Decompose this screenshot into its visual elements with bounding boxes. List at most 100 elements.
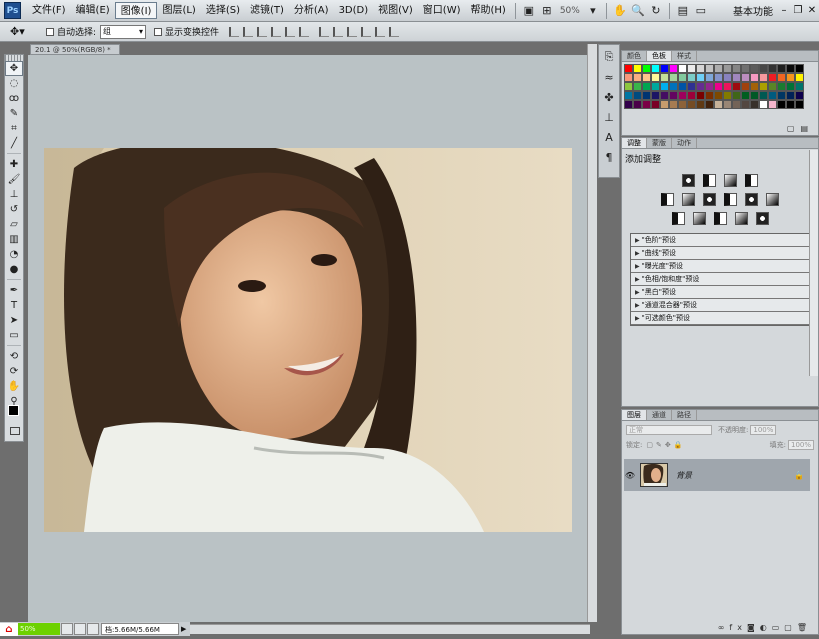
color-swatch[interactable] (768, 64, 777, 73)
color-swatch[interactable] (651, 91, 660, 100)
arrange-documents-icon[interactable]: ▤ (674, 3, 692, 19)
color-swatch[interactable] (624, 91, 633, 100)
color-swatch[interactable] (777, 73, 786, 82)
zoom-dropdown-icon[interactable]: ▾ (584, 3, 602, 19)
distribute-top-icon[interactable] (319, 26, 330, 37)
menu-item[interactable]: 图像(I) (114, 2, 158, 19)
color-swatch[interactable] (741, 73, 750, 82)
photo-filter-icon[interactable] (745, 193, 758, 206)
color-swatch[interactable] (651, 100, 660, 109)
delete-layer-icon[interactable]: 🗑 (797, 623, 812, 632)
color-swatch[interactable] (705, 73, 714, 82)
hand-tool-icon[interactable]: ✋ (611, 3, 629, 19)
panel-tab[interactable]: 色板 (647, 51, 672, 61)
link-layers-icon[interactable]: ∞ (718, 623, 730, 632)
align-bottom-icon[interactable] (257, 26, 268, 37)
menu-item[interactable]: 3D(D) (334, 2, 374, 19)
brush-tool-icon[interactable]: 🖌 (5, 172, 23, 187)
new-adjustment-layer-icon[interactable]: ◐ (760, 623, 772, 632)
color-balance-icon[interactable] (703, 193, 716, 206)
fill-field[interactable]: 100% (787, 439, 814, 450)
adjustment-preset-item[interactable]: "曲线"预设 (631, 247, 811, 260)
menu-item[interactable]: 帮助(H) (466, 2, 511, 19)
color-swatch[interactable] (678, 100, 687, 109)
threshold-icon[interactable] (713, 212, 727, 225)
color-swatch[interactable] (786, 82, 795, 91)
bridge-icon[interactable]: ▣ (520, 3, 538, 19)
clone-source-panel-icon[interactable]: ⊥ (599, 109, 619, 125)
color-swatch[interactable] (660, 73, 669, 82)
show-transform-checkbox[interactable] (154, 27, 163, 36)
distribute-left-icon[interactable] (361, 26, 372, 37)
align-hcenter-icon[interactable] (285, 26, 296, 37)
color-swatch[interactable] (723, 64, 732, 73)
color-swatch[interactable] (687, 64, 696, 73)
color-swatch[interactable] (795, 100, 804, 109)
posterize-icon[interactable] (692, 212, 706, 225)
distribute-bottom-icon[interactable] (347, 26, 358, 37)
color-swatch[interactable] (777, 64, 786, 73)
zoom-tool-icon[interactable]: 🔍 (629, 3, 647, 19)
color-swatch[interactable] (669, 64, 678, 73)
color-swatch[interactable] (714, 82, 723, 91)
color-swatch[interactable] (705, 82, 714, 91)
panel-tab[interactable]: 动作 (672, 138, 697, 148)
adjustment-preset-item[interactable]: "通道混合器"预设 (631, 299, 811, 312)
color-swatch[interactable] (678, 91, 687, 100)
color-swatch[interactable] (660, 82, 669, 91)
color-swatch[interactable] (786, 73, 795, 82)
gradient-tool-icon[interactable]: ▥ (5, 232, 23, 247)
color-swatch[interactable] (705, 91, 714, 100)
menu-item[interactable]: 文件(F) (27, 2, 71, 19)
color-swatch[interactable] (732, 64, 741, 73)
panel-tab[interactable]: 蒙版 (647, 138, 672, 148)
adjustment-preset-item[interactable]: "黑白"预设 (631, 286, 811, 299)
color-swatch[interactable] (714, 73, 723, 82)
black-white-icon[interactable] (724, 193, 737, 206)
curves-icon[interactable] (724, 174, 737, 187)
color-swatch[interactable] (723, 91, 732, 100)
distribute-right-icon[interactable] (389, 26, 400, 37)
add-mask-icon[interactable]: ◙ (747, 623, 760, 632)
color-swatch[interactable] (633, 64, 642, 73)
color-swatch[interactable] (759, 100, 768, 109)
status-nav-button[interactable] (61, 623, 73, 635)
document-tab[interactable]: 20.1 @ 50%(RGB/8) * (30, 44, 120, 55)
adjustment-preset-item[interactable]: "色相/饱和度"预设 (631, 273, 811, 286)
adjustment-preset-item[interactable]: "色阶"预设 (631, 234, 811, 247)
channel-mixer-icon[interactable] (766, 193, 779, 206)
history-panel-icon[interactable]: ⎘ (599, 49, 619, 65)
color-swatch[interactable] (696, 91, 705, 100)
invert-icon[interactable] (671, 212, 685, 225)
color-swatch[interactable] (660, 100, 669, 109)
eraser-tool-icon[interactable]: ▱ (5, 217, 23, 232)
selective-color-icon[interactable] (755, 212, 769, 225)
color-swatch[interactable] (642, 64, 651, 73)
color-swatch[interactable] (768, 91, 777, 100)
menu-item[interactable]: 滤镜(T) (245, 2, 289, 19)
color-swatch[interactable] (624, 82, 633, 91)
color-swatch[interactable] (669, 82, 678, 91)
color-swatch[interactable] (687, 91, 696, 100)
color-swatch[interactable] (714, 100, 723, 109)
color-swatch[interactable] (705, 64, 714, 73)
brushes-panel-icon[interactable]: ✤ (599, 89, 619, 105)
vibrance-icon[interactable] (661, 193, 674, 206)
color-swatch[interactable] (696, 73, 705, 82)
color-swatch[interactable] (777, 82, 786, 91)
delete-swatch-icon[interactable]: ▤ (800, 124, 814, 133)
3d-orbit-tool-icon[interactable]: ⟳ (5, 364, 23, 379)
align-top-icon[interactable] (229, 26, 240, 37)
color-swatch[interactable] (786, 64, 795, 73)
foreground-color-swatch[interactable] (8, 405, 19, 416)
color-swatch[interactable] (732, 82, 741, 91)
color-swatch[interactable] (651, 64, 660, 73)
shape-tool-icon[interactable]: ▭ (5, 328, 23, 343)
color-swatch[interactable] (750, 73, 759, 82)
screen-mode-icon[interactable]: ▭ (692, 3, 710, 19)
distribute-hcenter-icon[interactable] (375, 26, 386, 37)
minimize-icon[interactable]: – (777, 5, 791, 16)
color-swatch[interactable] (687, 100, 696, 109)
color-swatch[interactable] (795, 64, 804, 73)
color-swatch[interactable] (759, 91, 768, 100)
